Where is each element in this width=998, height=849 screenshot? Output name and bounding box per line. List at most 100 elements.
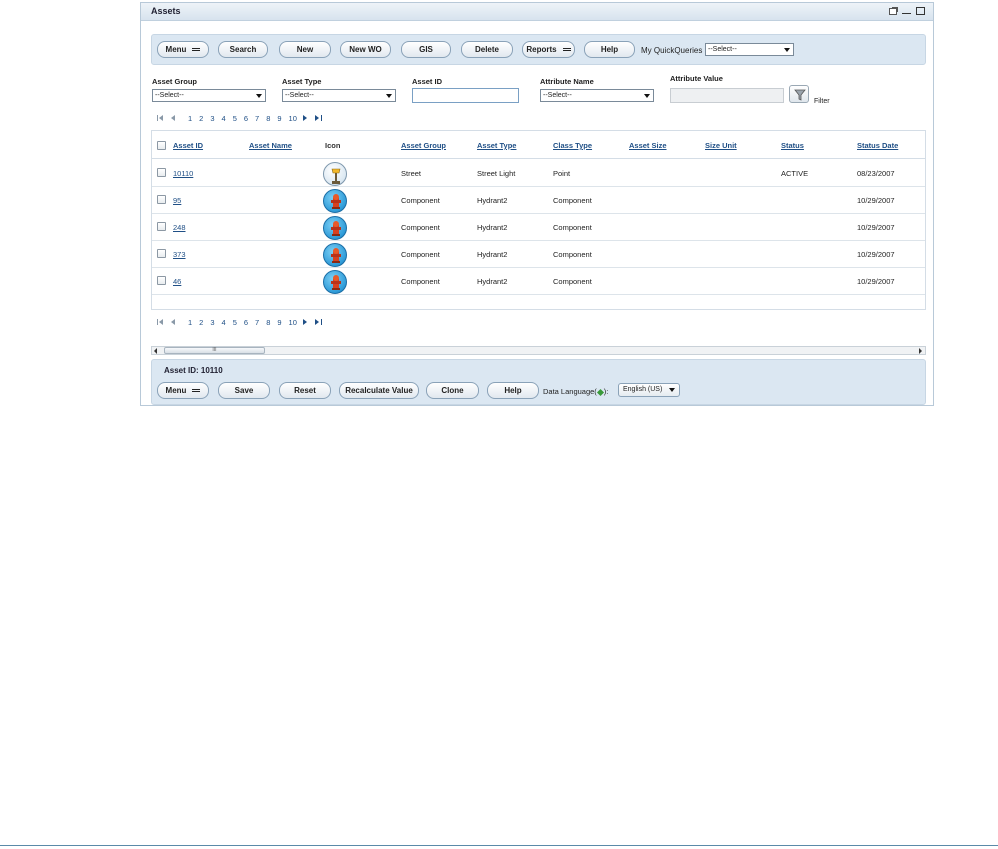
attribute-value-field[interactable] [670, 88, 784, 103]
hydrant-icon [323, 216, 347, 240]
page-link[interactable]: 4 [222, 318, 226, 327]
detail-menu-button[interactable]: Menu [157, 382, 209, 399]
bottom-divider [0, 845, 998, 846]
new-wo-button[interactable]: New WO [340, 41, 391, 58]
page-link[interactable]: 9 [277, 318, 281, 327]
detail-help-button[interactable]: Help [487, 382, 539, 399]
asset-group-cell: Component [401, 277, 440, 286]
menu-button[interactable]: Menu [157, 41, 209, 58]
page-link[interactable]: 6 [244, 318, 248, 327]
street-light-icon [323, 162, 347, 186]
search-button[interactable]: Search [218, 41, 268, 58]
save-button[interactable]: Save [218, 382, 270, 399]
col-status[interactable]: Status [781, 141, 804, 150]
col-asset-group[interactable]: Asset Group [401, 141, 446, 150]
table-row[interactable]: 46 Component Hydrant2 Component 10/29/20… [152, 268, 925, 295]
asset-id-link[interactable]: 10110 [173, 169, 193, 178]
asset-id-link[interactable]: 95 [173, 196, 181, 205]
scroll-right-icon[interactable] [919, 348, 922, 354]
maximize-icon[interactable] [916, 7, 925, 15]
delete-button[interactable]: Delete [461, 41, 513, 58]
window-controls [889, 7, 925, 15]
data-language-select[interactable]: English (US) [618, 383, 680, 397]
page-link[interactable]: 8 [266, 318, 270, 327]
row-checkbox[interactable] [157, 276, 166, 285]
minimize-icon[interactable] [902, 8, 911, 14]
asset-id-label: Asset ID [412, 77, 443, 86]
attribute-value-label: Attribute Value [670, 74, 723, 83]
row-checkbox[interactable] [157, 249, 166, 258]
scroll-left-icon[interactable] [154, 348, 157, 354]
col-status-date[interactable]: Status Date [857, 141, 898, 150]
page-link[interactable]: 2 [199, 318, 203, 327]
horizontal-scrollbar[interactable]: III [151, 346, 926, 355]
col-asset-size[interactable]: Asset Size [629, 141, 667, 150]
page-link[interactable]: 1 [188, 114, 192, 123]
main-toolbar: Menu Search New New WO GIS Delete Report… [151, 34, 926, 65]
table-row[interactable]: 248 Component Hydrant2 Component 10/29/2… [152, 214, 925, 241]
reports-button[interactable]: Reports [522, 41, 575, 58]
page-link[interactable]: 3 [210, 318, 214, 327]
status-date-cell: 08/23/2007 [857, 169, 895, 178]
row-checkbox[interactable] [157, 168, 166, 177]
recalculate-value-button[interactable]: Recalculate Value [339, 382, 419, 399]
page-link[interactable]: 7 [255, 114, 259, 123]
filter-button[interactable] [789, 85, 809, 103]
page-link[interactable]: 9 [277, 114, 281, 123]
page-link[interactable]: 5 [233, 114, 237, 123]
col-asset-id[interactable]: Asset ID [173, 141, 203, 150]
language-info-icon[interactable] [596, 388, 604, 396]
page-link[interactable]: 5 [233, 318, 237, 327]
chevron-down-icon [784, 48, 790, 52]
clone-button[interactable]: Clone [426, 382, 479, 399]
prev-page-icon[interactable] [169, 113, 179, 123]
new-button[interactable]: New [279, 41, 331, 58]
first-page-icon[interactable] [156, 317, 166, 327]
page-link[interactable]: 10 [289, 318, 297, 327]
row-checkbox[interactable] [157, 222, 166, 231]
asset-id-link[interactable]: 46 [173, 277, 181, 286]
page-link[interactable]: 2 [199, 114, 203, 123]
last-page-icon[interactable] [314, 317, 324, 327]
table-row[interactable]: 95 Component Hydrant2 Component 10/29/20… [152, 187, 925, 214]
col-asset-type[interactable]: Asset Type [477, 141, 516, 150]
grid-header: Asset ID Asset Name Icon Asset Group Ass… [152, 131, 925, 159]
gis-button[interactable]: GIS [401, 41, 451, 58]
last-page-icon[interactable] [314, 113, 324, 123]
asset-id-field[interactable] [412, 88, 519, 103]
asset-type-select[interactable]: --Select-- [282, 89, 396, 102]
help-button[interactable]: Help [584, 41, 635, 58]
chevron-down-icon [669, 388, 675, 392]
asset-group-cell: Street [401, 169, 422, 178]
first-page-icon[interactable] [156, 113, 166, 123]
asset-group-label: Asset Group [152, 77, 198, 86]
page-link[interactable]: 1 [188, 318, 192, 327]
page-link[interactable]: 10 [289, 114, 297, 123]
restore-icon[interactable] [889, 7, 897, 15]
table-row[interactable]: 10110 Street Street Light Point ACTIVE 0… [152, 160, 925, 187]
menu-dropdown-icon [192, 388, 200, 393]
col-class-type[interactable]: Class Type [553, 141, 592, 150]
col-asset-name[interactable]: Asset Name [249, 141, 292, 150]
next-page-icon[interactable] [301, 317, 311, 327]
table-row[interactable]: 373 Component Hydrant2 Component 10/29/2… [152, 241, 925, 268]
row-checkbox[interactable] [157, 195, 166, 204]
quick-queries-select[interactable]: --Select-- [705, 43, 794, 56]
col-size-unit[interactable]: Size Unit [705, 141, 737, 150]
menu-button-label: Menu [165, 45, 187, 54]
page-link[interactable]: 4 [222, 114, 226, 123]
page-link[interactable]: 6 [244, 114, 248, 123]
prev-page-icon[interactable] [169, 317, 179, 327]
scroll-thumb[interactable]: III [164, 347, 265, 354]
page-link[interactable]: 7 [255, 318, 259, 327]
next-page-icon[interactable] [301, 113, 311, 123]
hydrant-icon [323, 270, 347, 294]
asset-id-link[interactable]: 373 [173, 250, 186, 259]
reset-button[interactable]: Reset [279, 382, 331, 399]
asset-id-link[interactable]: 248 [173, 223, 186, 232]
select-all-checkbox[interactable] [157, 141, 166, 150]
asset-group-select[interactable]: --Select-- [152, 89, 266, 102]
page-link[interactable]: 3 [210, 114, 214, 123]
page-link[interactable]: 8 [266, 114, 270, 123]
attribute-name-select[interactable]: --Select-- [540, 89, 654, 102]
